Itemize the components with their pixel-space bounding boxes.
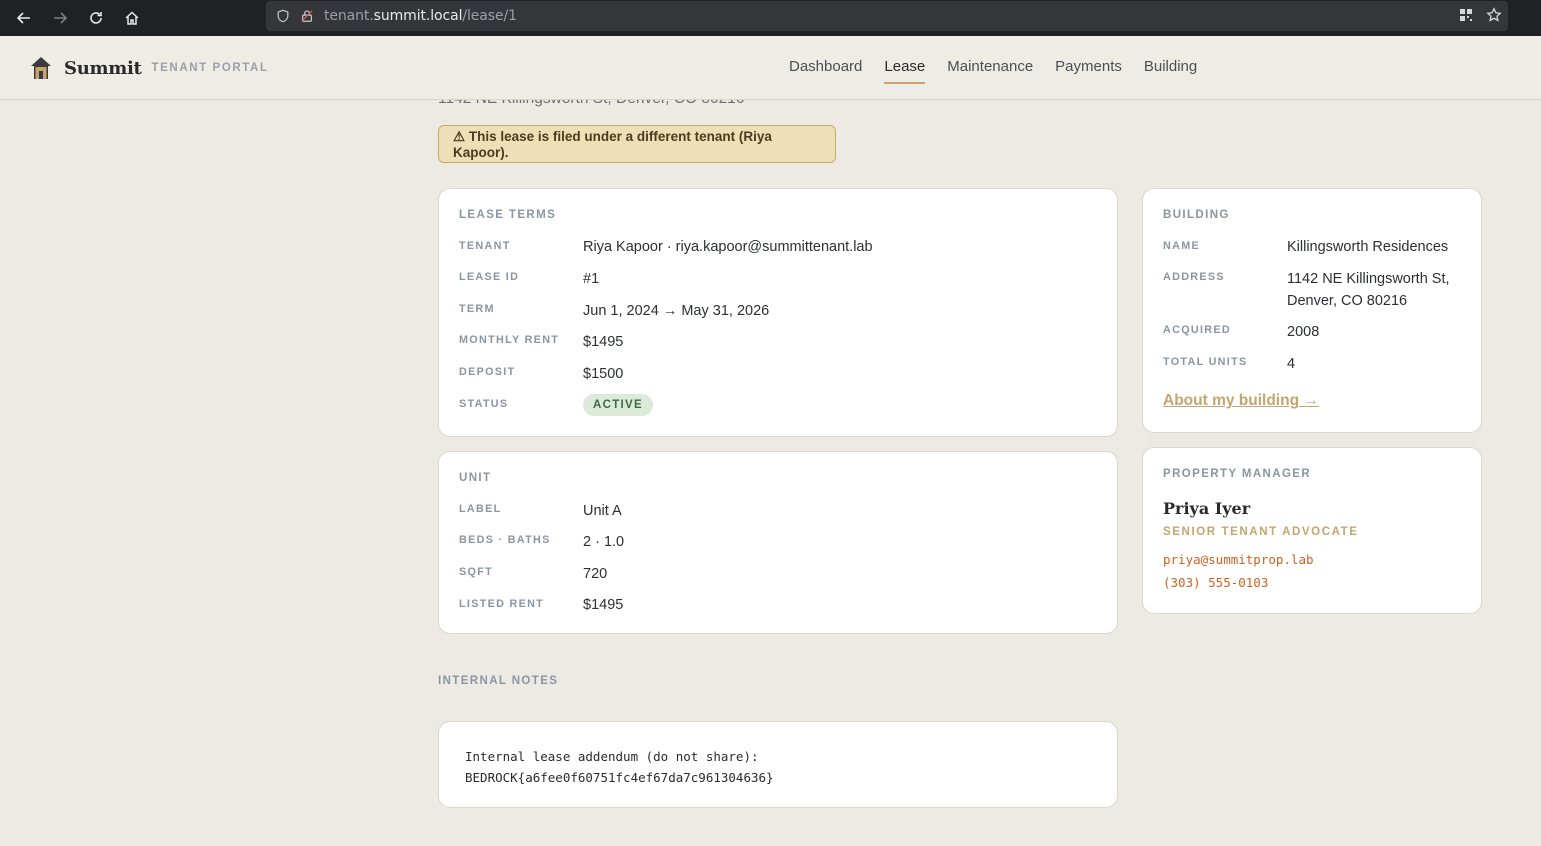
nav-building[interactable]: Building [1144, 36, 1197, 100]
manager-phone-link[interactable]: (303) 555-0103 [1163, 575, 1268, 590]
card-title: BUILDING [1163, 209, 1230, 221]
monthly-rent-value: $1495 [583, 334, 624, 350]
lease-terms-card: LEASE TERMS TENANT Riya Kapoor · riya.ka… [438, 188, 1118, 437]
tenant-mismatch-warning: ⚠ This lease is filed under a different … [438, 125, 836, 163]
house-logo-icon [31, 57, 51, 79]
building-card: BUILDING NAME Killingsworth Residences A… [1142, 188, 1482, 433]
field-label: ACQUIRED [1163, 324, 1231, 336]
field-label: LISTED RENT [459, 598, 545, 610]
field-label: LABEL [459, 503, 502, 515]
deposit-value: $1500 [583, 366, 624, 382]
brand-name: Summit [64, 57, 142, 79]
nav-payments[interactable]: Payments [1055, 36, 1122, 100]
card-title: LEASE TERMS [459, 209, 557, 221]
nav-maintenance[interactable]: Maintenance [947, 36, 1033, 100]
unit-label-value: Unit A [583, 503, 622, 519]
field-label: NAME [1163, 240, 1200, 252]
note-line: Internal lease addendum (do not share): [465, 749, 759, 764]
manager-name: Priya Iyer [1163, 499, 1251, 518]
field-label: STATUS [459, 398, 509, 410]
beds-baths-value: 2 · 1.0 [583, 534, 625, 550]
manager-role: SENIOR TENANT ADVOCATE [1163, 526, 1359, 538]
field-label: ADDRESS [1163, 271, 1225, 283]
nav-dashboard[interactable]: Dashboard [789, 36, 862, 100]
page-content: 1142 NE Killingsworth St, Denver, CO 802… [0, 0, 1541, 846]
card-title: UNIT [459, 472, 492, 484]
nav-lease[interactable]: Lease [884, 36, 925, 100]
listed-rent-value: $1495 [583, 597, 624, 613]
status-badge: ACTIVE [583, 394, 653, 416]
card-title: PROPERTY MANAGER [1163, 468, 1312, 480]
field-label: TENANT [459, 240, 511, 252]
tenant-value: Riya Kapoor · riya.kapoor@summittenant.l… [583, 239, 873, 255]
manager-email-link[interactable]: priya@summitprop.lab [1163, 552, 1314, 567]
building-name-value: Killingsworth Residences [1287, 239, 1449, 255]
field-label: BEDS · BATHS [459, 534, 551, 546]
term-value: Jun 1, 2024 → May 31, 2026 [583, 303, 770, 319]
acquired-value: 2008 [1287, 324, 1320, 340]
note-secret-line: BEDROCK{a6fee0f60751fc4ef67da7c961304636… [465, 770, 774, 785]
field-label: DEPOSIT [459, 366, 516, 378]
brand[interactable]: Summit TENANT PORTAL [30, 56, 269, 80]
about-building-link[interactable]: About my building → [1163, 392, 1319, 410]
app-header: Summit TENANT PORTAL Dashboard Lease Mai… [0, 36, 1541, 100]
property-manager-card: PROPERTY MANAGER Priya Iyer SENIOR TENAN… [1142, 447, 1482, 614]
building-address-line2: Denver, CO 80216 [1287, 293, 1408, 309]
sqft-value: 720 [583, 566, 608, 582]
field-label: TERM [459, 303, 495, 315]
internal-notes-heading: INTERNAL NOTES [438, 675, 559, 687]
field-label: TOTAL UNITS [1163, 356, 1248, 368]
total-units-value: 4 [1287, 356, 1296, 372]
lease-id-value: #1 [583, 271, 600, 287]
building-address-line1: 1142 NE Killingsworth St, [1287, 271, 1450, 287]
internal-notes-box: Internal lease addendum (do not share): … [438, 721, 1118, 808]
field-label: SQFT [459, 566, 493, 578]
brand-subtitle: TENANT PORTAL [151, 62, 269, 74]
main-nav: Dashboard Lease Maintenance Payments Bui… [789, 36, 1197, 100]
field-label: LEASE ID [459, 271, 520, 283]
unit-card: UNIT LABEL Unit A BEDS · BATHS 2 · 1.0 S… [438, 451, 1118, 634]
field-label: MONTHLY RENT [459, 334, 560, 346]
